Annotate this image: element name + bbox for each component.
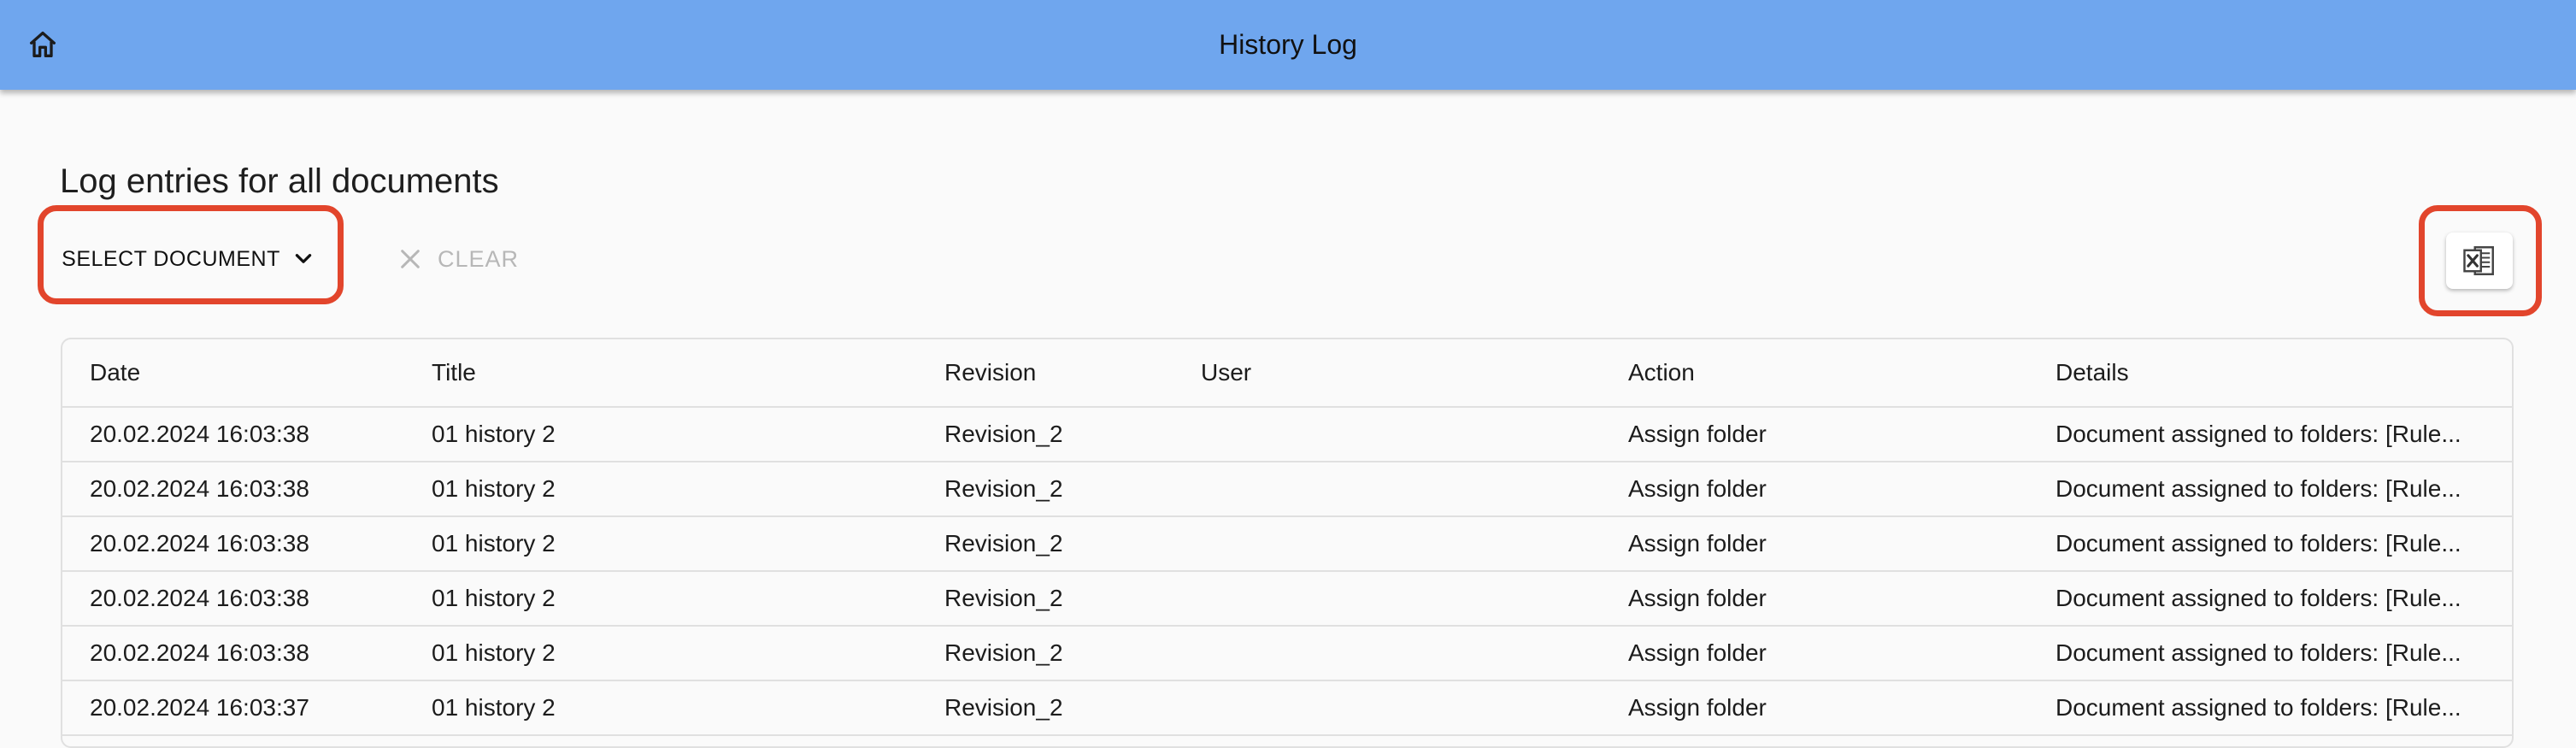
cell-user [1201,462,1611,515]
page-title: History Log [1219,29,1357,60]
app-bar: History Log [0,0,2576,90]
details-text: Document assigned to folders: [Rule... [2056,694,2461,721]
cell-details: Document assigned to folders: [Rule... [2056,627,2500,680]
log-heading: Log entries for all documents [60,162,499,200]
cell-revision: Revision_2 [944,694,1063,721]
details-text: Document assigned to folders: [Rule... [2056,475,2461,502]
cell-revision: Revision_2 [944,421,1063,447]
cell-details: Document assigned to folders: [Rule... [2056,517,2500,570]
clear-label: CLEAR [438,245,520,272]
cell-user [1201,517,1611,570]
cell-revision: Revision_2 [944,530,1063,557]
column-header-details[interactable]: Details [2056,339,2500,406]
cell-title: 01 history 2 [432,585,556,611]
details-text: Document assigned to folders: [Rule... [2056,639,2461,666]
cell-user [1201,408,1611,461]
cell-title: 01 history 2 [432,530,556,557]
table-row[interactable]: 20.02.2024 16:03:38 01 history 2 Revisio… [62,517,2512,572]
table-row[interactable]: 20.02.2024 16:03:37 01 history 2 Revisio… [62,681,2512,736]
column-header-action[interactable]: Action [1628,339,2021,406]
select-document-label: SELECT DOCUMENT [62,246,280,271]
cell-action: Assign folder [1628,639,1767,666]
cell-date: 20.02.2024 16:03:38 [90,585,309,611]
close-icon [401,250,420,268]
table-header-row: Date Title Revision User Action Details [62,339,2512,408]
cell-details: Document assigned to folders: [Rule... [2056,462,2500,515]
cell-details: Document assigned to folders: [Rule... [2056,572,2500,625]
cell-action: Assign folder [1628,475,1767,502]
column-header-title[interactable]: Title [432,339,910,406]
cell-revision: Revision_2 [944,639,1063,666]
cell-title: 01 history 2 [432,475,556,502]
details-text: Document assigned to folders: [Rule... [2056,421,2461,447]
details-text: Document assigned to folders: [Rule... [2056,585,2461,611]
excel-export-icon [2463,246,2494,275]
cell-action: Assign folder [1628,530,1767,557]
cell-date: 20.02.2024 16:03:38 [90,475,309,502]
cell-date: 20.02.2024 16:03:37 [90,694,309,721]
column-header-date[interactable]: Date [90,339,397,406]
chevron-down-icon [295,254,312,263]
table-row[interactable]: 20.02.2024 16:03:38 01 history 2 Revisio… [62,462,2512,517]
table-row[interactable]: 20.02.2024 16:03:38 01 history 2 Revisio… [62,408,2512,462]
cell-user [1201,572,1611,625]
cell-title: 01 history 2 [432,694,556,721]
history-table: Date Title Revision User Action Details … [61,338,2514,748]
column-header-user[interactable]: User [1201,339,1611,406]
cell-date: 20.02.2024 16:03:38 [90,639,309,666]
cell-action: Assign folder [1628,421,1767,447]
cell-date: 20.02.2024 16:03:38 [90,421,309,447]
column-header-revision[interactable]: Revision [944,339,1184,406]
cell-revision: Revision_2 [944,585,1063,611]
cell-details: Document assigned to folders: [Rule... [2056,408,2500,461]
table-row[interactable]: 20.02.2024 16:03:38 01 history 2 Revisio… [62,627,2512,681]
cell-title: 01 history 2 [432,639,556,666]
cell-details: Document assigned to folders: [Rule... [2056,681,2500,734]
details-text: Document assigned to folders: [Rule... [2056,530,2461,557]
export-excel-button[interactable] [2446,233,2513,289]
cell-action: Assign folder [1628,694,1767,721]
select-document-button[interactable]: SELECT DOCUMENT [51,233,325,286]
table-row[interactable]: 20.02.2024 16:03:38 01 history 2 Revisio… [62,572,2512,627]
cell-user [1201,681,1611,734]
cell-date: 20.02.2024 16:03:38 [90,530,309,557]
cell-revision: Revision_2 [944,475,1063,502]
cell-user [1201,627,1611,680]
cell-action: Assign folder [1628,585,1767,611]
clear-button[interactable]: CLEAR [397,233,568,286]
cell-title: 01 history 2 [432,421,556,447]
